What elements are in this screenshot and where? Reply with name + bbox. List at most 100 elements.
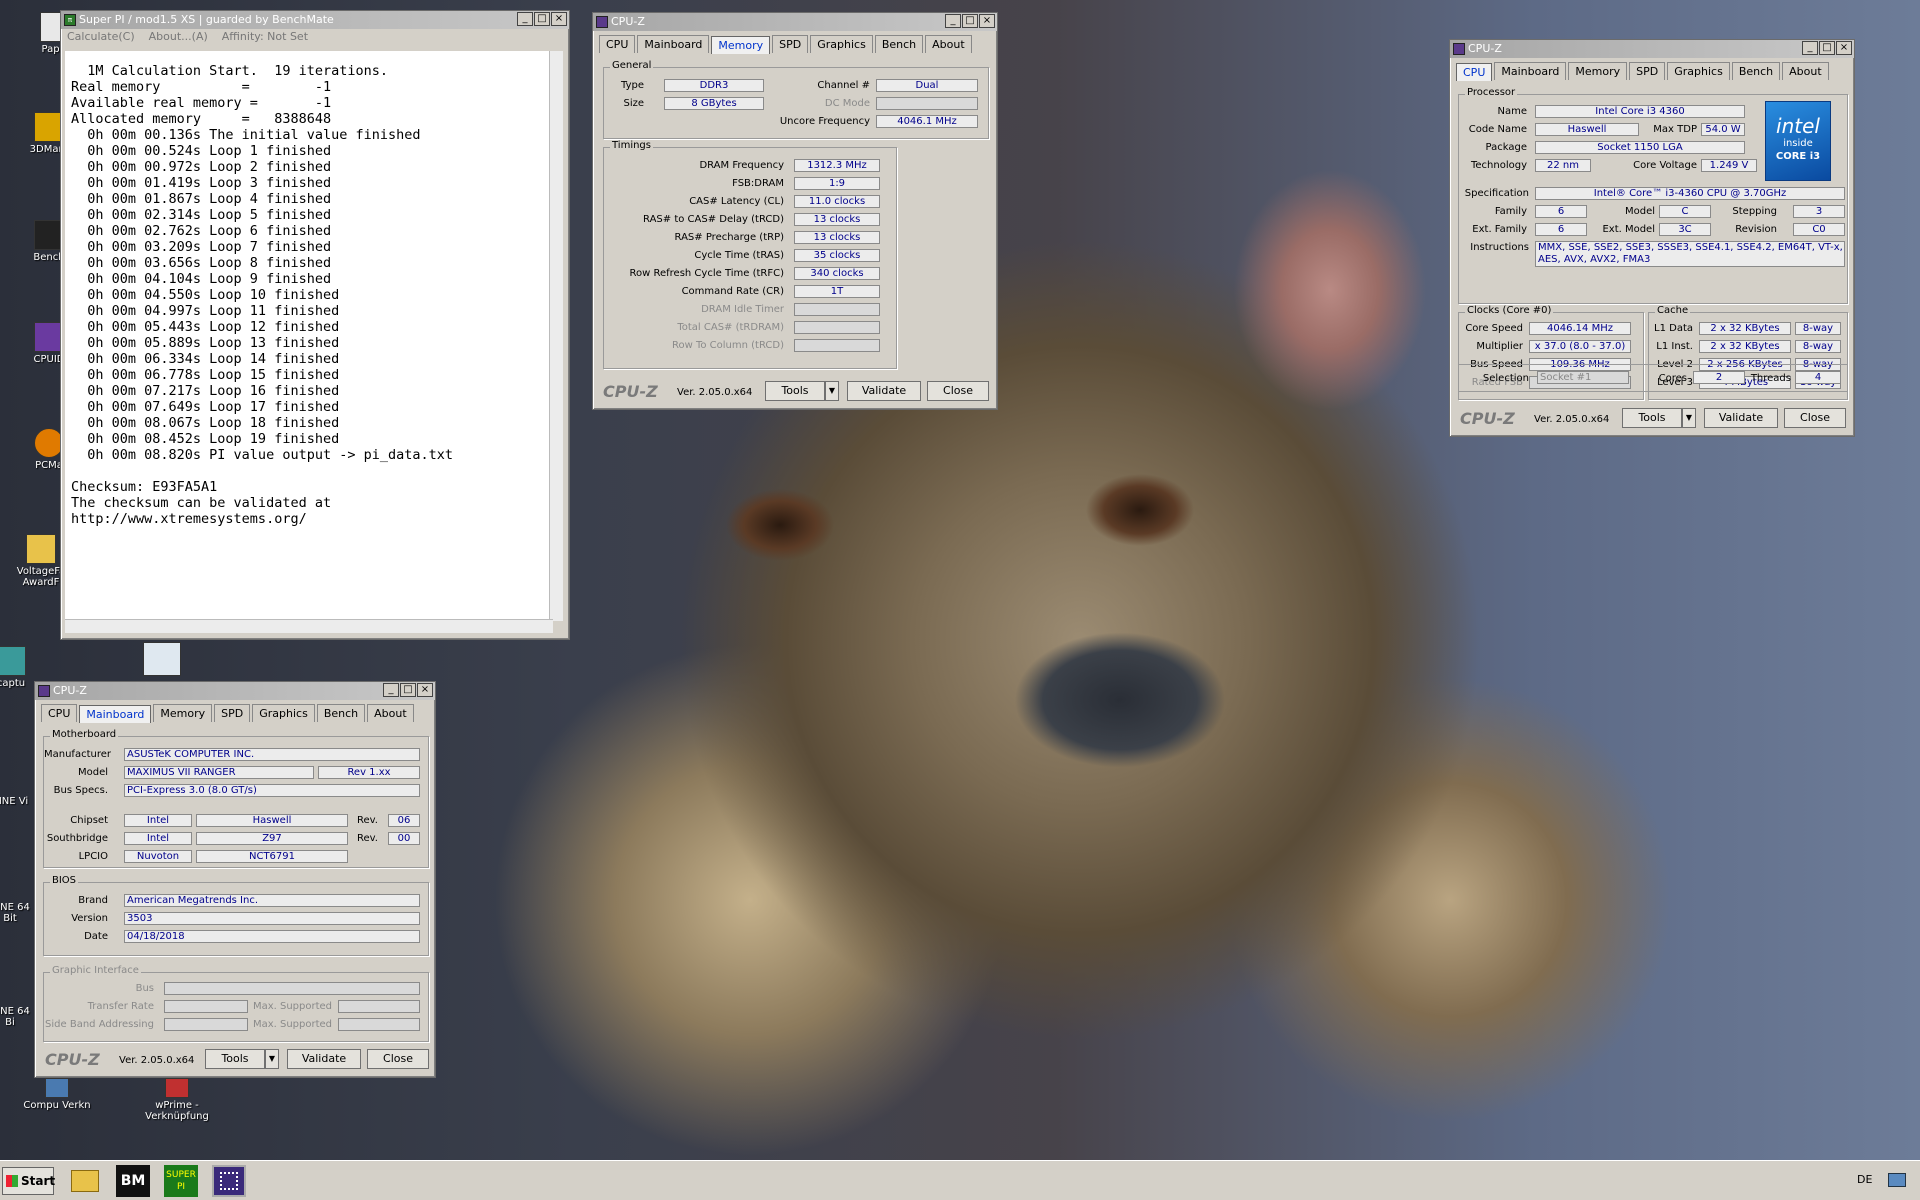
capture-icon <box>0 646 26 676</box>
output-line: 0h 00m 04.997s Loop 11 finished <box>71 303 340 319</box>
validate-button[interactable]: Validate <box>1704 408 1778 428</box>
group-title: Processor <box>1465 87 1518 98</box>
wprime-icon <box>165 1078 189 1098</box>
timing-value: 11.0 clocks <box>794 195 880 208</box>
desktop-icon-computer[interactable]: Compu Verkn <box>22 1078 92 1111</box>
horizontal-scrollbar[interactable] <box>65 619 553 633</box>
timing-label: Cycle Time (tRAS) <box>694 250 784 261</box>
cpuz-titlebar[interactable]: CPU-Z _ □ × <box>35 682 435 700</box>
maximize-button[interactable]: □ <box>962 14 978 28</box>
tab-graphics[interactable]: Graphics <box>252 704 315 722</box>
memory-timings-group: Timings DRAM Frequency 1312.3 MHz FSB:DRAM… <box>603 140 897 369</box>
close-button[interactable]: Close <box>927 381 989 401</box>
taskbar-item-explorer[interactable] <box>68 1165 102 1197</box>
l1data-value: 2 x 32 KBytes <box>1699 322 1791 335</box>
folder-icon <box>71 1170 99 1192</box>
validate-button[interactable]: Validate <box>847 381 921 401</box>
tab-bench[interactable]: Bench <box>316 704 366 722</box>
tab-cpu[interactable]: CPU <box>599 35 636 53</box>
minimize-button[interactable]: _ <box>945 14 961 28</box>
timing-label: RAS# to CAS# Delay (tRCD) <box>643 214 784 225</box>
maximize-button[interactable]: □ <box>400 683 416 697</box>
tab-memory[interactable]: Memory <box>711 36 771 54</box>
cpuz-logo: CPU-Z <box>603 382 658 401</box>
tools-dropdown-icon[interactable]: ▼ <box>825 381 839 401</box>
superpi-titlebar[interactable]: π Super PI / mod1.5 XS | guarded by Benc… <box>61 11 569 29</box>
cpuz-titlebar[interactable]: CPU-Z _ □ × <box>593 13 997 31</box>
output-line: 0h 00m 04.104s Loop 9 finished <box>71 271 332 287</box>
menu-calculate[interactable]: Calculate(C) <box>67 30 135 44</box>
desktop-icon-cinebench-2[interactable]: CINE 64 Bit <box>0 902 30 924</box>
tab-cpu[interactable]: CPU <box>41 704 78 722</box>
start-button[interactable]: Start <box>2 1167 55 1195</box>
close-button[interactable]: Close <box>1784 408 1846 428</box>
tools-dropdown-icon[interactable]: ▼ <box>265 1049 279 1069</box>
extfamily-value: 6 <box>1535 223 1587 236</box>
name-value: Intel Core i3 4360 <box>1535 105 1745 118</box>
family-label: Family <box>1494 206 1527 217</box>
tab-cpu[interactable]: CPU <box>1456 63 1493 81</box>
language-indicator[interactable]: DE <box>1857 1173 1872 1186</box>
cpuz-titlebar[interactable]: CPU-Z _ □ × <box>1450 40 1854 58</box>
taskbar-item-cpuz[interactable] <box>212 1165 246 1197</box>
menu-about[interactable]: About...(A) <box>149 30 208 44</box>
busspecs-value: PCI-Express 3.0 (8.0 GT/s) <box>124 784 420 797</box>
date-label: Date <box>84 931 108 942</box>
cpuz-tabs: CPU Mainboard Memory SPD Graphics Bench … <box>1450 58 1854 81</box>
validate-button[interactable]: Validate <box>287 1049 361 1069</box>
selection-select[interactable]: Socket #1 <box>1537 371 1629 384</box>
timing-value <box>794 339 880 352</box>
tab-graphics[interactable]: Graphics <box>1667 62 1730 80</box>
taskbar-item-superpi[interactable]: SUPER PI <box>164 1165 198 1197</box>
window-title: CPU-Z <box>1468 42 1502 55</box>
maximize-button[interactable]: □ <box>1819 41 1835 55</box>
maximize-button[interactable]: □ <box>534 12 550 26</box>
group-title: Clocks (Core #0) <box>1465 305 1554 316</box>
close-button[interactable]: × <box>551 12 567 26</box>
tools-dropdown-icon[interactable]: ▼ <box>1682 408 1696 428</box>
corespeed-value: 4046.14 MHz <box>1529 322 1631 335</box>
tab-memory[interactable]: Memory <box>1568 62 1628 80</box>
size-label: Size <box>623 98 644 109</box>
lpcio-vendor: Nuvoton <box>124 850 192 863</box>
tools-button[interactable]: Tools <box>205 1049 265 1069</box>
threads-value: 4 <box>1795 371 1841 384</box>
tab-memory[interactable]: Memory <box>153 704 213 722</box>
close-button[interactable]: × <box>417 683 433 697</box>
tab-bench[interactable]: Bench <box>874 35 924 53</box>
tools-button[interactable]: Tools <box>1622 408 1682 428</box>
tab-graphics[interactable]: Graphics <box>810 35 873 53</box>
menu-affinity[interactable]: Affinity: Not Set <box>222 30 308 44</box>
tab-bench[interactable]: Bench <box>1731 62 1781 80</box>
minimize-button[interactable]: _ <box>383 683 399 697</box>
minimize-button[interactable]: _ <box>517 12 533 26</box>
desktop-icon-wprime[interactable]: wPrime - Verknüpfung <box>122 1078 232 1122</box>
output-line: 1M Calculation Start. 19 iterations. <box>71 63 388 79</box>
tab-about[interactable]: About <box>925 35 972 53</box>
timing-label: Row To Column (tRCD) <box>671 340 784 351</box>
tab-spd[interactable]: SPD <box>772 35 809 53</box>
model-label: Model <box>1624 206 1655 217</box>
vertical-scrollbar[interactable] <box>549 51 563 621</box>
tab-spd[interactable]: SPD <box>214 704 251 722</box>
cpuz-logo: CPU-Z <box>1460 409 1515 428</box>
tab-spd[interactable]: SPD <box>1629 62 1666 80</box>
tab-mainboard[interactable]: Mainboard <box>1494 62 1567 80</box>
close-button[interactable]: × <box>1836 41 1852 55</box>
taskbar-item-benchmate[interactable]: BM <box>116 1165 150 1197</box>
tab-about[interactable]: About <box>1782 62 1829 80</box>
tray-network-icon[interactable] <box>1888 1173 1906 1187</box>
desktop-icon-settings[interactable] <box>142 642 182 678</box>
close-button[interactable]: Close <box>367 1049 429 1069</box>
tab-mainboard[interactable]: Mainboard <box>79 705 152 723</box>
output-line: 0h 00m 08.452s Loop 19 finished <box>71 431 340 447</box>
minimize-button[interactable]: _ <box>1802 41 1818 55</box>
desktop-icon-capture[interactable]: captu <box>0 646 36 689</box>
tools-button[interactable]: Tools <box>765 381 825 401</box>
stepping-value: 3 <box>1793 205 1845 218</box>
desktop-icon-cinebench-3[interactable]: CINE 64 Bi <box>0 1006 30 1028</box>
tab-about[interactable]: About <box>367 704 414 722</box>
close-button[interactable]: × <box>979 14 995 28</box>
tab-mainboard[interactable]: Mainboard <box>637 35 710 53</box>
desktop-icon-cinebench-1[interactable]: CINE Vi <box>0 796 30 807</box>
